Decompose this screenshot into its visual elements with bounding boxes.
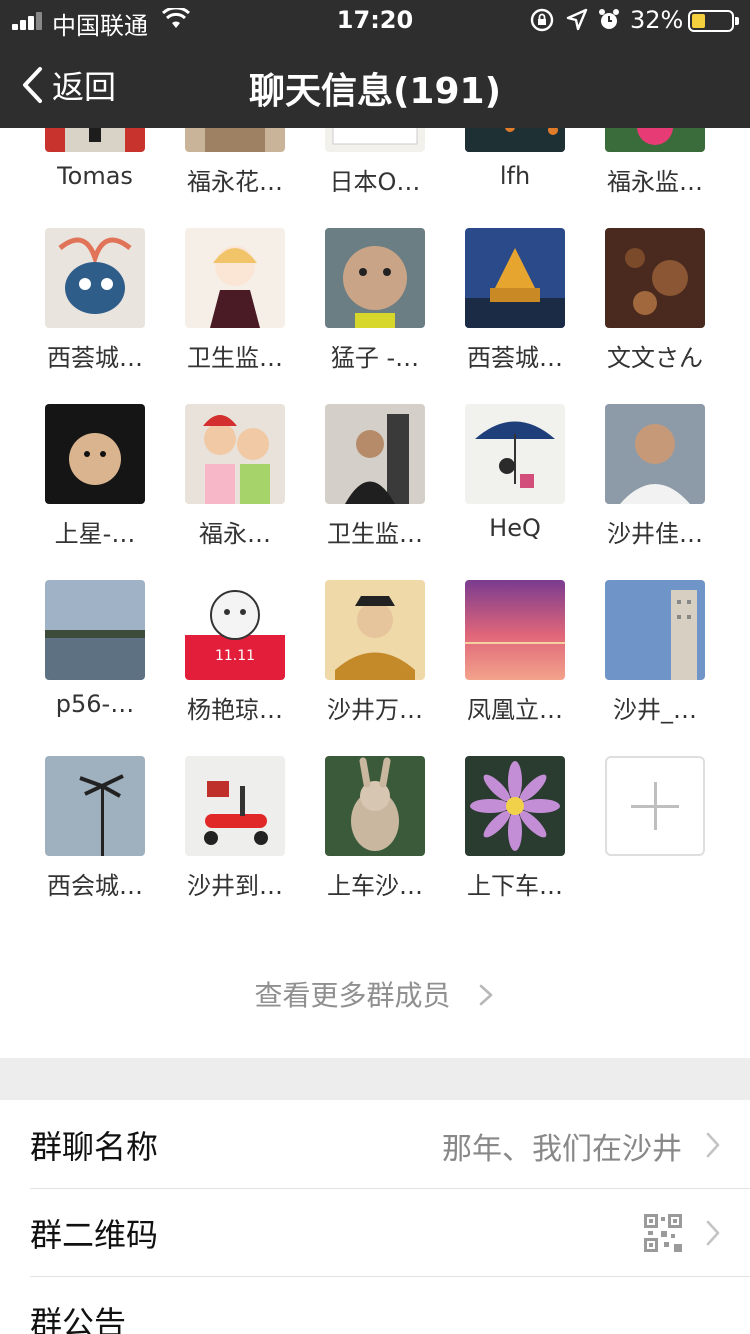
member-item[interactable]: 沙井_… (585, 580, 725, 756)
member-item[interactable]: 沙井万… (305, 580, 445, 756)
member-item[interactable]: 凤凰立… (445, 580, 585, 756)
member-name: 杨艳琼… (187, 696, 283, 724)
member-item[interactable]: 卫生监… (165, 228, 305, 404)
member-name: 上下车… (467, 872, 563, 900)
battery-percent: 32% (630, 6, 684, 34)
member-avatar (465, 756, 565, 856)
member-name: 沙井_… (613, 696, 697, 724)
member-avatar (45, 404, 145, 504)
member-item[interactable]: p56-… (25, 580, 165, 756)
member-item[interactable]: 福永监… (585, 128, 725, 228)
member-name: 凤凰立… (467, 696, 563, 724)
member-avatar (465, 228, 565, 328)
member-name: 猛子 -… (330, 344, 420, 372)
member-avatar (45, 128, 145, 152)
member-item[interactable]: 11.11 杨艳琼… (165, 580, 305, 756)
member-item[interactable]: 卫生监… (305, 404, 445, 580)
member-avatar (325, 128, 425, 152)
chevron-right-icon (706, 1132, 720, 1158)
add-member-button[interactable] (585, 756, 725, 932)
member-name: Tomas (57, 162, 133, 190)
svg-text:11.11: 11.11 (215, 648, 255, 664)
member-avatar (465, 580, 565, 680)
member-name: 福永监… (607, 168, 703, 196)
view-more-members-link[interactable]: 查看更多群成员 (0, 974, 750, 1014)
member-avatar (45, 756, 145, 856)
member-avatar (605, 228, 705, 328)
group-qr-label: 群二维码 (30, 1216, 159, 1254)
member-item[interactable]: 西荟城… (445, 228, 585, 404)
member-name: 上星-… (54, 520, 136, 548)
member-avatar (45, 580, 145, 680)
member-item[interactable]: 西荟城… (25, 228, 165, 404)
alarm-icon (599, 9, 619, 29)
member-avatar (185, 756, 285, 856)
page-title: 聊天信息(191) (248, 71, 502, 112)
group-notice-row[interactable]: 群公告 (0, 1276, 750, 1334)
member-item[interactable]: 上星-… (25, 404, 165, 580)
member-item[interactable]: 沙井佳… (585, 404, 725, 580)
member-item[interactable]: 猛子 -… (305, 228, 445, 404)
group-qr-row[interactable]: 群二维码 (0, 1188, 750, 1276)
member-name: 文文さん (607, 344, 703, 372)
member-name: 沙井万… (327, 696, 423, 724)
view-more-label: 查看更多群成员 (254, 979, 451, 1012)
location-icon (566, 8, 588, 31)
member-avatar (185, 228, 285, 328)
member-item[interactable]: Tomas (25, 128, 165, 228)
member-item[interactable]: 文文さん (585, 228, 725, 404)
member-avatar (325, 756, 425, 856)
member-item[interactable]: 西会城… (25, 756, 165, 932)
member-avatar (185, 404, 285, 504)
member-item[interactable]: 上车沙… (305, 756, 445, 932)
nav-bar: 返回 聊天信息(191) (0, 40, 750, 128)
group-name-label: 群聊名称 (30, 1128, 159, 1166)
plus-icon (605, 756, 705, 856)
member-name: lfh (499, 162, 531, 190)
member-avatar (45, 228, 145, 328)
group-name-row[interactable]: 群聊名称 那年、我们在沙井 (0, 1100, 750, 1188)
member-name: 福永… (199, 520, 271, 548)
member-avatar (605, 580, 705, 680)
member-avatar (185, 128, 285, 152)
status-bar: 中国联通 17:20 32% (0, 0, 750, 40)
members-section: Tomas 福永花… 日本O… lfh 福永监… 西荟城… 卫生监… 猛子 -…… (0, 128, 750, 1058)
member-item[interactable]: 日本O… (305, 128, 445, 228)
qr-code-icon (644, 1214, 682, 1252)
member-name: p56-… (55, 690, 135, 718)
member-avatar (605, 404, 705, 504)
member-avatar: 11.11 (185, 580, 285, 680)
member-name: 西荟城… (467, 344, 563, 372)
member-avatar (605, 128, 705, 152)
member-avatar (325, 580, 425, 680)
member-name: 上车沙… (327, 872, 423, 900)
member-avatar (465, 128, 565, 152)
member-name: 日本O… (329, 168, 421, 196)
group-name-value: 那年、我们在沙井 (442, 1132, 682, 1167)
member-item[interactable]: 福永… (165, 404, 305, 580)
member-avatar (325, 228, 425, 328)
chevron-right-icon (480, 984, 493, 1006)
member-name: 卫生监… (187, 344, 283, 372)
settings-list: 群聊名称 那年、我们在沙井 群二维码 群公告 (0, 1100, 750, 1334)
member-name: 西会城… (47, 872, 143, 900)
member-item[interactable]: 福永花… (165, 128, 305, 228)
rotation-lock-icon (530, 8, 554, 32)
group-notice-label: 群公告 (30, 1304, 127, 1334)
member-avatar (325, 404, 425, 504)
member-item[interactable]: 上下车… (445, 756, 585, 932)
chevron-right-icon (706, 1220, 720, 1246)
member-name: 沙井佳… (607, 520, 703, 548)
member-item[interactable]: lfh (445, 128, 585, 228)
member-name: HeQ (489, 514, 541, 542)
member-avatar (465, 404, 565, 504)
member-item[interactable]: 沙井到… (165, 756, 305, 932)
top-bar: 中国联通 17:20 32% 返回 聊天信息(191) (0, 0, 750, 128)
battery-icon (688, 10, 739, 32)
member-item[interactable]: HeQ (445, 404, 585, 580)
member-name: 沙井到… (187, 872, 283, 900)
member-name: 福永花… (187, 168, 283, 196)
member-name: 西荟城… (47, 344, 143, 372)
member-name: 卫生监… (327, 520, 423, 548)
